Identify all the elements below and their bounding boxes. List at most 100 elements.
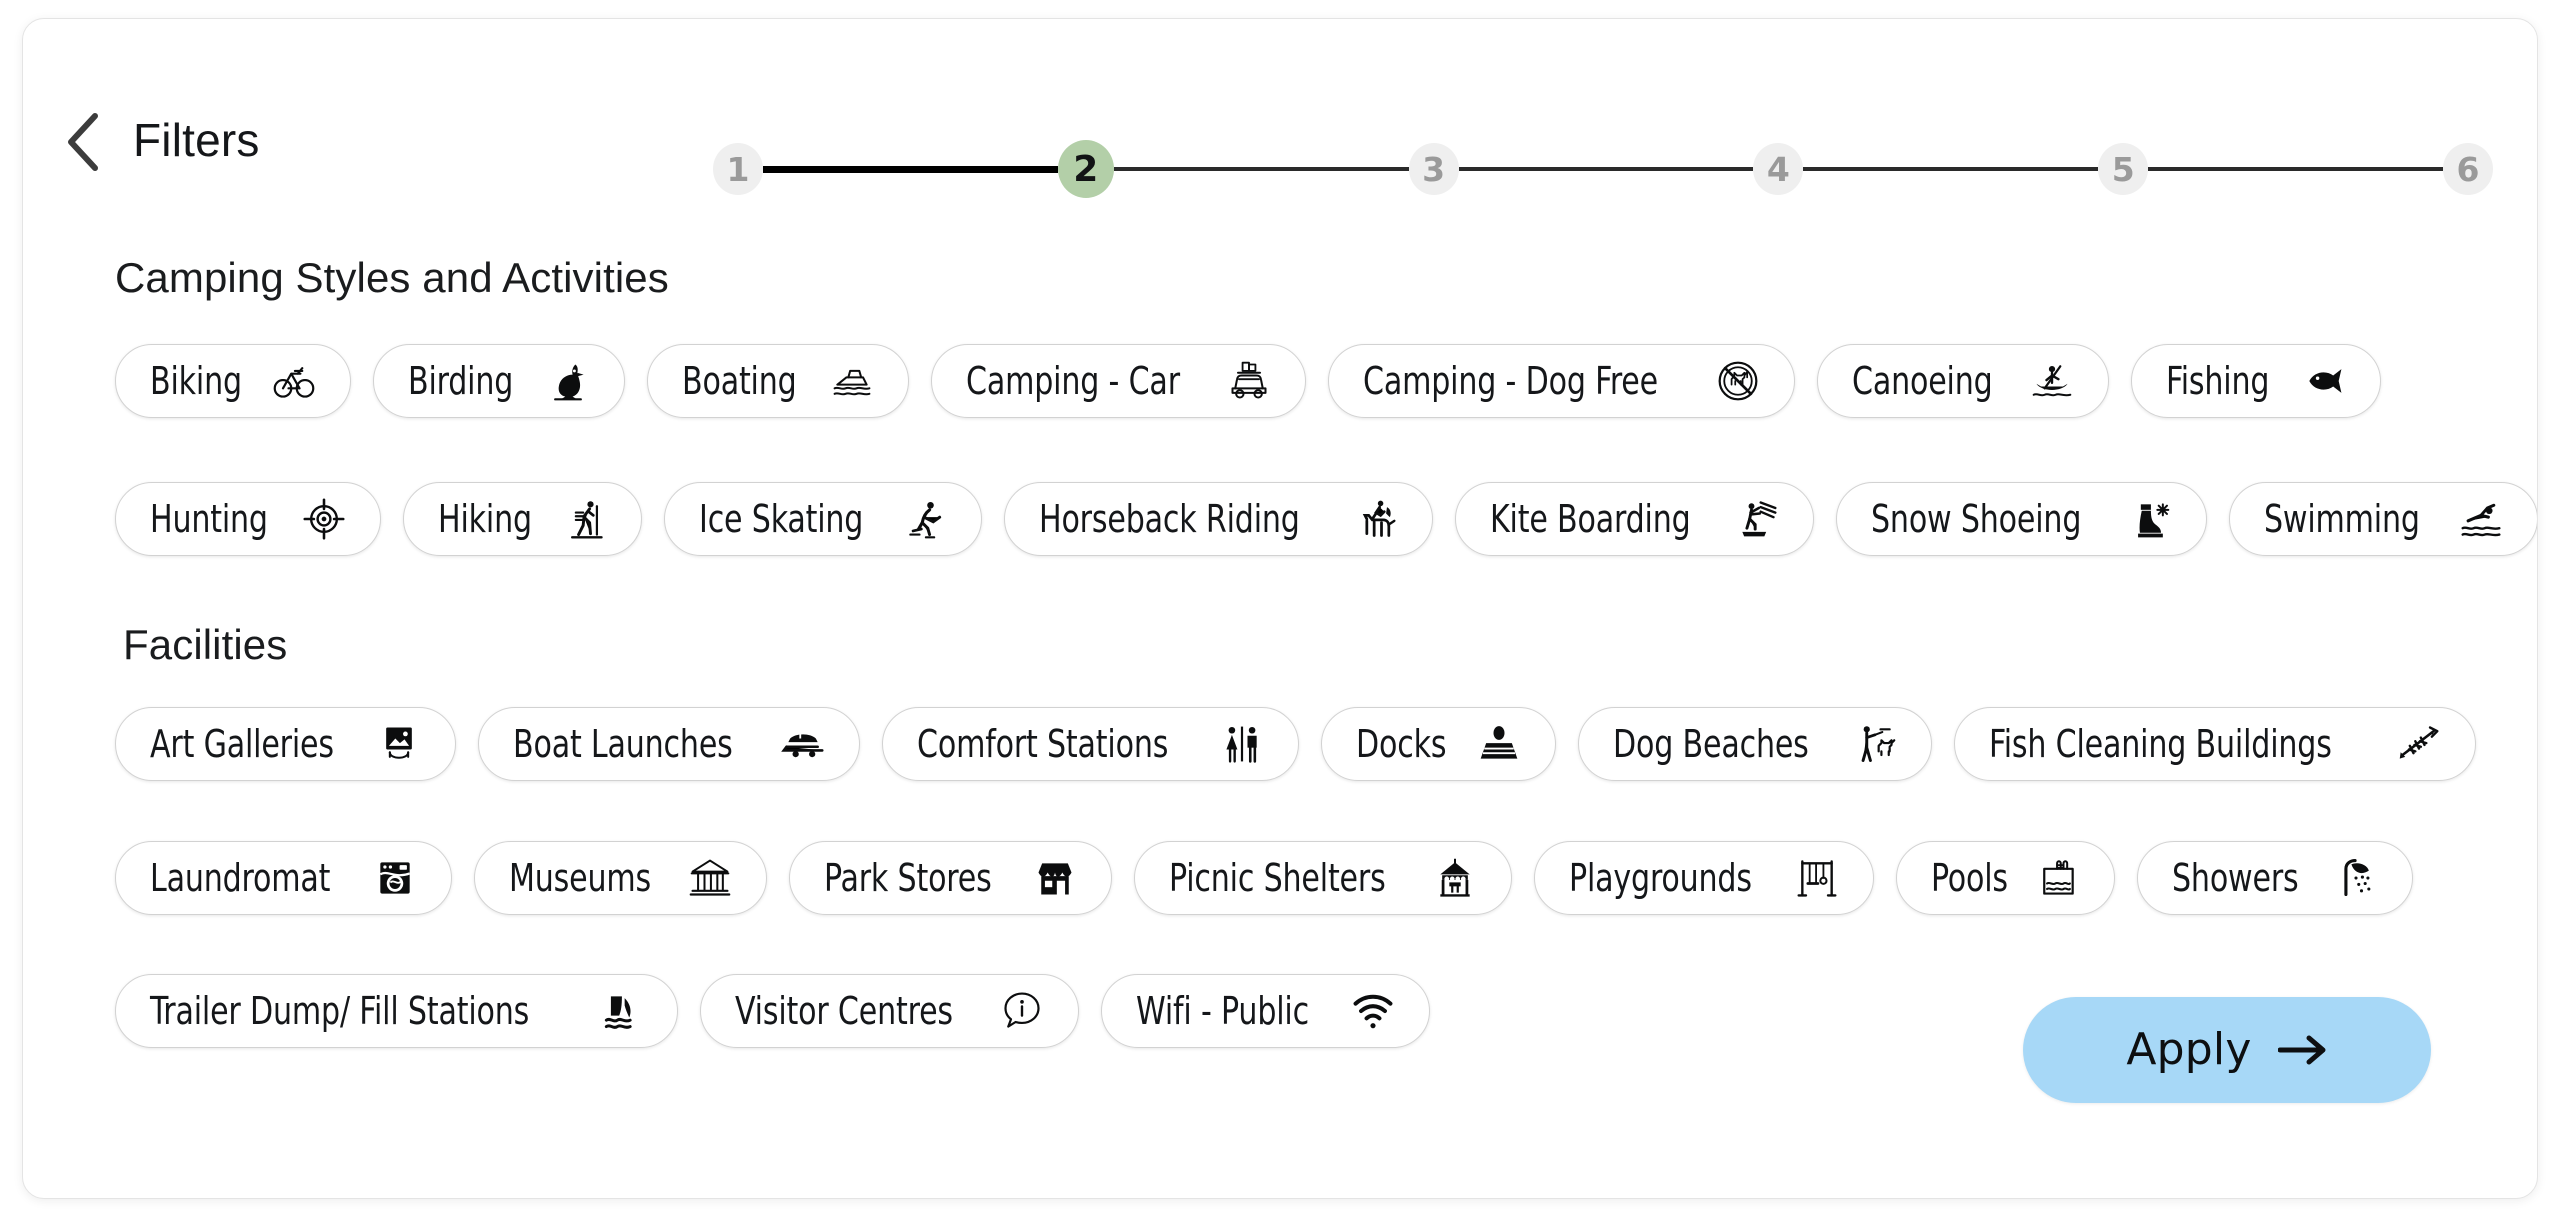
chip-hunting[interactable]: Hunting	[115, 482, 381, 556]
step-connector	[1458, 167, 1754, 171]
chip-label: Museums	[508, 856, 651, 900]
chip-label: Fish Cleaning Buildings	[1989, 722, 2332, 766]
chip-canoeing[interactable]: Canoeing	[1817, 344, 2110, 418]
chip-label: Hiking	[437, 497, 532, 541]
chip-picnic-shelters[interactable]: Picnic Shelters	[1133, 841, 1512, 915]
chip-showers[interactable]: Showers	[2137, 841, 2413, 915]
dump-station-icon	[599, 989, 643, 1033]
chip-label: Docks	[1356, 722, 1447, 766]
restroom-icon	[1220, 722, 1264, 766]
kite-boarder-icon	[1735, 497, 1779, 541]
chip-laundromat[interactable]: Laundromat	[115, 841, 452, 915]
horse-rider-icon	[1354, 497, 1398, 541]
chip-swimming[interactable]: Swimming	[2229, 482, 2537, 556]
step-5[interactable]: 5	[2098, 143, 2149, 195]
chip-trailer-dump-fill-stations[interactable]: Trailer Dump/ Fill Stations	[115, 974, 678, 1048]
storefront-icon	[1033, 856, 1077, 900]
hiker-icon	[563, 497, 607, 541]
chip-comfort-stations[interactable]: Comfort Stations	[881, 707, 1300, 781]
chip-label: Showers	[2172, 856, 2299, 900]
target-crosshair-icon	[302, 497, 346, 541]
page-title: Filters	[133, 114, 260, 166]
chip-boating[interactable]: Boating	[646, 344, 910, 418]
chip-biking[interactable]: Biking	[115, 344, 352, 418]
step-3[interactable]: 3	[1408, 143, 1459, 195]
chip-row: Laundromat Museums Park Stores Picnic Shelt…	[115, 841, 2413, 915]
chip-label: Boat Launches	[512, 722, 733, 766]
chip-label: Horseback Riding	[1039, 497, 1301, 541]
chip-label: Birding	[408, 359, 514, 403]
chip-hiking[interactable]: Hiking	[402, 482, 642, 556]
chip-park-stores[interactable]: Park Stores	[789, 841, 1112, 915]
step-connector	[763, 165, 1058, 173]
step-1[interactable]: 1	[713, 143, 763, 195]
chip-label: Camping - Car	[966, 359, 1181, 403]
boat-trailer-icon	[780, 722, 825, 766]
chip-ice-skating[interactable]: Ice Skating	[663, 482, 983, 556]
no-dogs-icon	[1716, 359, 1760, 403]
filters-card: Filters 1 2 3 4 5 6 Camping Styles and Activi…	[22, 18, 2538, 1199]
chip-label: Swimming	[2264, 497, 2421, 541]
shower-head-icon	[2334, 856, 2378, 900]
chip-snow-shoeing[interactable]: Snow Shoeing	[1836, 482, 2208, 556]
chip-label: Visitor Centres	[734, 989, 953, 1033]
chip-wifi-public[interactable]: Wifi - Public	[1101, 974, 1431, 1048]
back-button[interactable]	[59, 111, 105, 173]
chip-label: Ice Skating	[698, 497, 863, 541]
section-heading-facilities: Facilities	[123, 621, 288, 668]
swing-set-icon	[1795, 856, 1839, 900]
person-with-dog-icon	[1853, 722, 1897, 766]
arrow-right-icon	[2277, 1033, 2328, 1067]
chip-label: Wifi - Public	[1136, 989, 1310, 1033]
bird-icon	[546, 359, 590, 403]
snow-boot-icon	[2128, 497, 2172, 541]
chip-art-galleries[interactable]: Art Galleries	[115, 707, 456, 781]
chip-label: Pools	[1930, 856, 2008, 900]
motorboat-icon	[830, 359, 874, 403]
chip-camping-car[interactable]: Camping - Car	[931, 344, 1307, 418]
chip-label: Park Stores	[824, 856, 992, 900]
step-4[interactable]: 4	[1753, 143, 1804, 195]
chip-label: Kite Boarding	[1489, 497, 1691, 541]
step-6[interactable]: 6	[2442, 143, 2493, 195]
chip-label: Laundromat	[150, 856, 331, 900]
chip-docks[interactable]: Docks	[1321, 707, 1556, 781]
chip-pools[interactable]: Pools	[1895, 841, 2115, 915]
chip-row: Trailer Dump/ Fill Stations Visitor Centr…	[115, 974, 1431, 1048]
chip-row: Biking Birding Boating Camping - Car Camping…	[115, 344, 2381, 418]
chip-birding[interactable]: Birding	[373, 344, 625, 418]
canoe-icon	[2030, 359, 2074, 403]
apply-button[interactable]: Apply	[2023, 997, 2431, 1103]
chip-horseback-riding[interactable]: Horseback Riding	[1004, 482, 1433, 556]
chip-label: Comfort Stations	[916, 722, 1168, 766]
chip-label: Trailer Dump/ Fill Stations	[150, 989, 530, 1033]
chip-row: Hunting Hiking Ice Skating Horseback Riding…	[115, 482, 2537, 556]
step-2[interactable]: 2	[1057, 140, 1114, 198]
chip-label: Camping - Dog Free	[1363, 359, 1659, 403]
apply-button-label: Apply	[2126, 1024, 2252, 1075]
chip-dog-beaches[interactable]: Dog Beaches	[1577, 707, 1933, 781]
chip-label: Biking	[150, 359, 242, 403]
chip-fishing[interactable]: Fishing	[2131, 344, 2381, 418]
dock-icon	[1477, 722, 1521, 766]
fish-bone-icon	[2397, 722, 2441, 766]
info-bubble-icon	[1000, 989, 1044, 1033]
chip-playgrounds[interactable]: Playgrounds	[1533, 841, 1874, 915]
chip-museums[interactable]: Museums	[473, 841, 768, 915]
chip-kite-boarding[interactable]: Kite Boarding	[1454, 482, 1815, 556]
chip-label: Boating	[681, 359, 797, 403]
chip-label: Canoeing	[1852, 359, 1993, 403]
chip-camping-dog-free[interactable]: Camping - Dog Free	[1328, 344, 1796, 418]
chip-boat-launches[interactable]: Boat Launches	[477, 707, 860, 781]
chip-fish-cleaning-buildings[interactable]: Fish Cleaning Buildings	[1954, 707, 2476, 781]
step-indicator: 1 2 3 4 5 6	[713, 139, 2493, 199]
chip-row: Art Galleries Boat Launches Comfort Statio…	[115, 707, 2476, 781]
filters-screen: Filters 1 2 3 4 5 6 Camping Styles and Activi…	[0, 0, 2560, 1221]
loaded-car-icon	[1227, 359, 1271, 403]
wifi-icon	[1351, 989, 1395, 1033]
picture-frame-icon	[377, 722, 421, 766]
museum-building-icon	[688, 856, 732, 900]
gazebo-icon	[1433, 856, 1477, 900]
chip-visitor-centres[interactable]: Visitor Centres	[699, 974, 1080, 1048]
chip-label: Fishing	[2166, 359, 2270, 403]
